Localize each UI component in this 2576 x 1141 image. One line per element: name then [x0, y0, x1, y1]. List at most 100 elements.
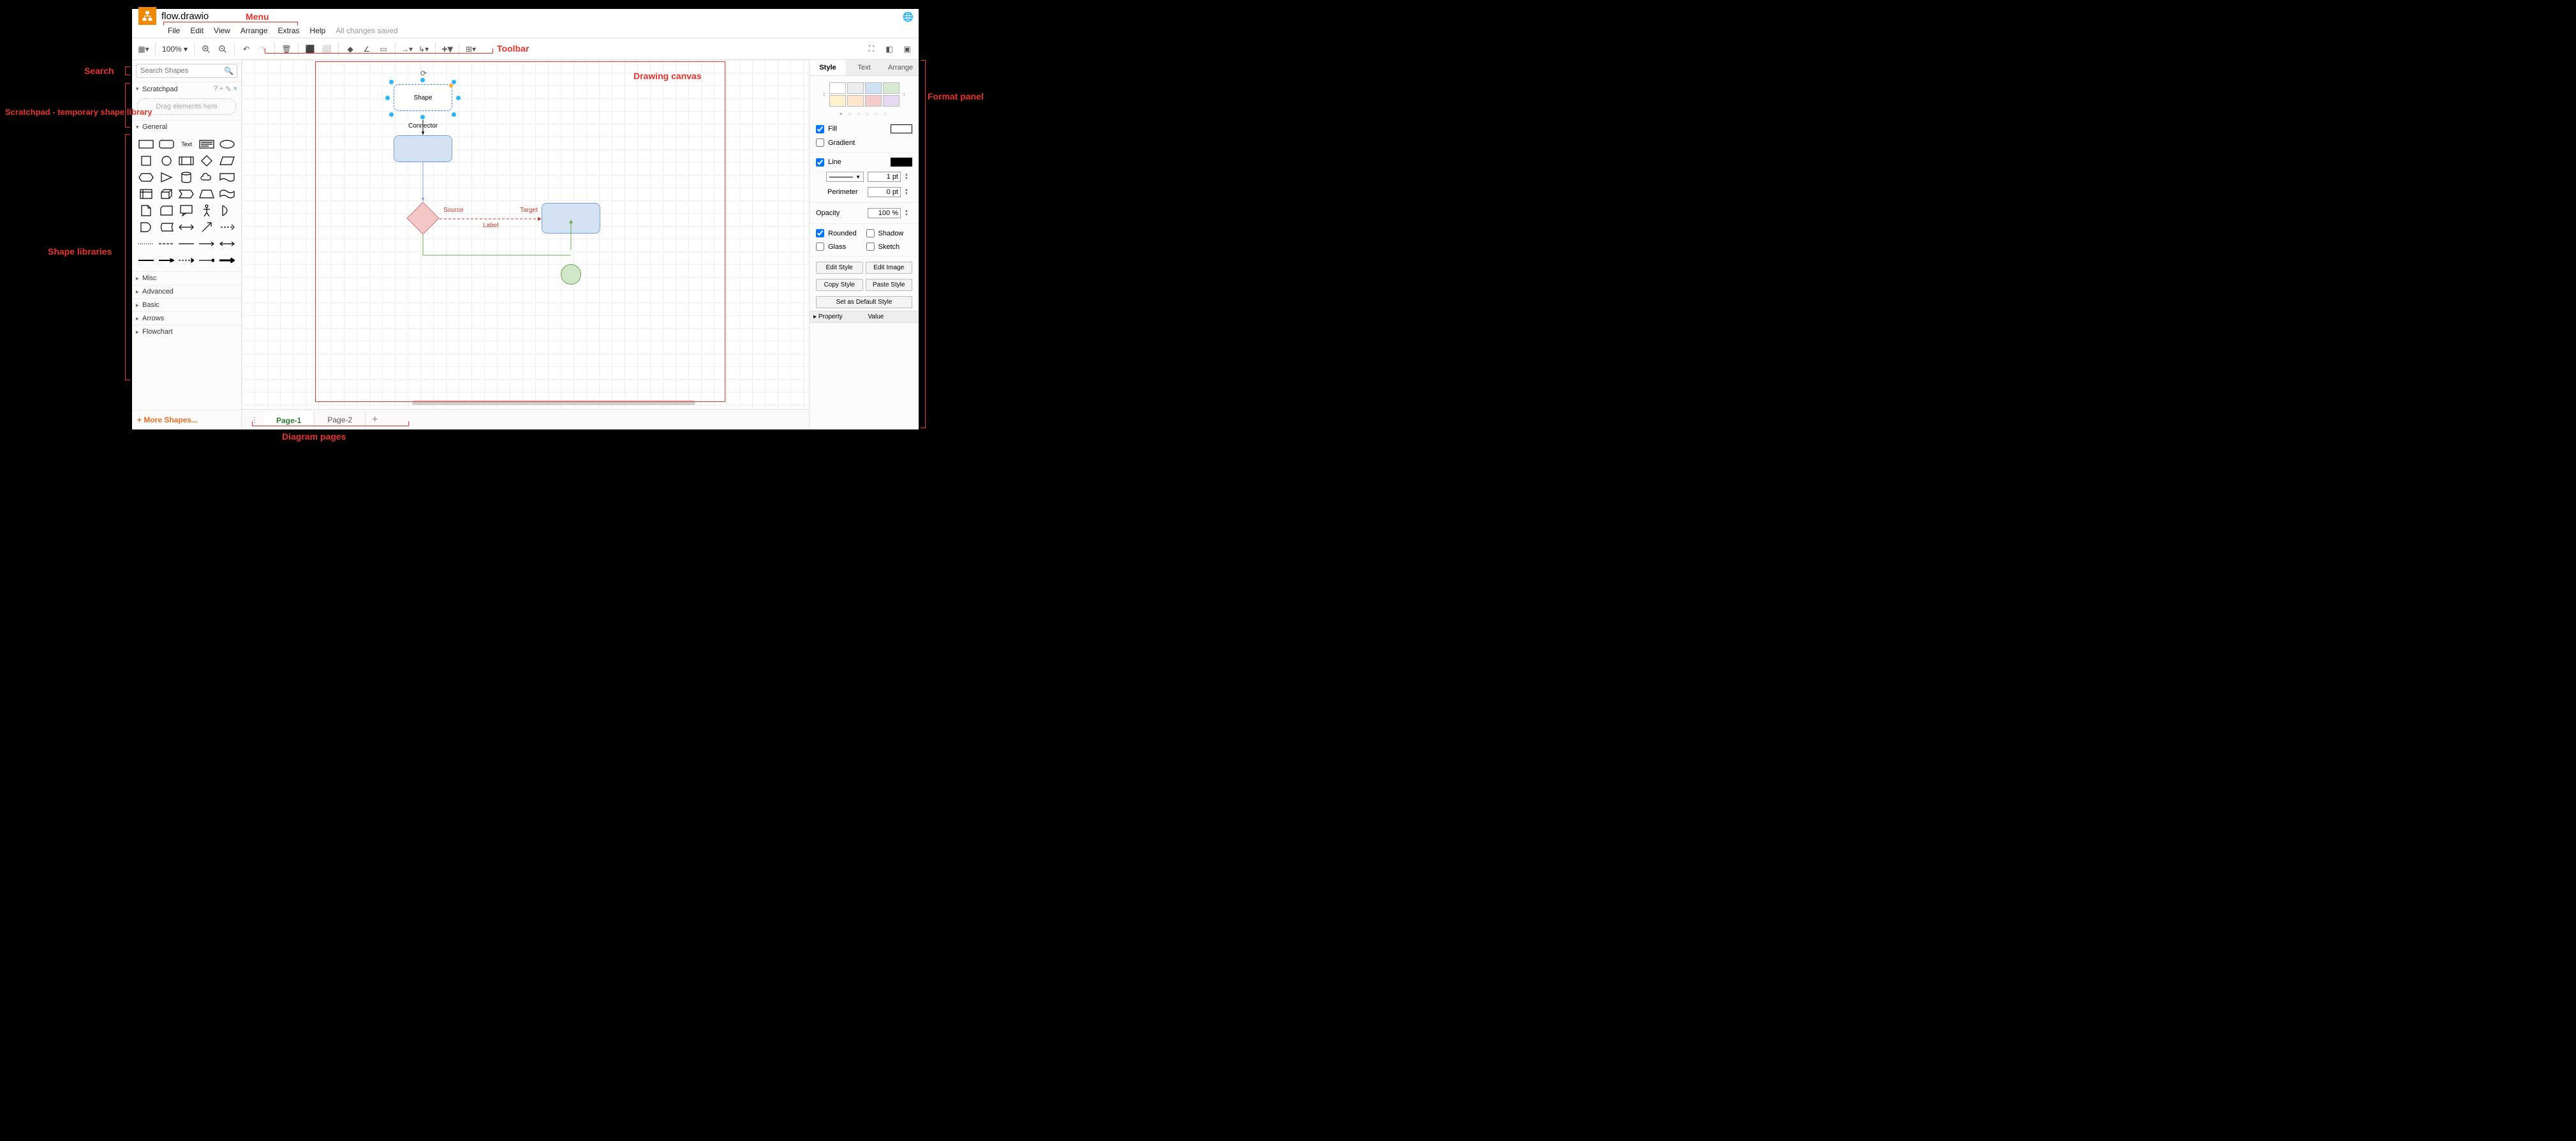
- shape-document[interactable]: [218, 170, 236, 184]
- shape-and[interactable]: [137, 220, 155, 234]
- opacity-input[interactable]: [868, 208, 901, 218]
- outline-toggle-icon[interactable]: ▣: [899, 41, 915, 57]
- shape-note[interactable]: [137, 204, 155, 218]
- swatch-prev-icon[interactable]: ‹: [820, 91, 828, 98]
- shape-triangle[interactable]: [158, 170, 175, 184]
- shape-line-dotted[interactable]: [137, 237, 155, 251]
- edit-image-button[interactable]: Edit Image: [866, 262, 913, 274]
- shape-arrow-line[interactable]: [198, 237, 216, 251]
- shadow-checkbox[interactable]: [866, 229, 875, 237]
- shape-cloud[interactable]: [198, 170, 216, 184]
- menu-edit[interactable]: Edit: [185, 24, 209, 37]
- section-misc[interactable]: ▸Misc: [132, 271, 241, 285]
- swatch-next-icon[interactable]: ›: [901, 91, 908, 98]
- format-tab-style[interactable]: Style: [810, 60, 846, 75]
- shape-line[interactable]: [178, 237, 196, 251]
- shape-cylinder[interactable]: [178, 170, 196, 184]
- shape-diamond[interactable]: [198, 154, 216, 168]
- section-basic[interactable]: ▸Basic: [132, 298, 241, 311]
- shape-process[interactable]: [178, 154, 196, 168]
- color-swatch[interactable]: [829, 95, 846, 107]
- section-flowchart[interactable]: ▸Flowchart: [132, 325, 241, 338]
- menu-view[interactable]: View: [209, 24, 235, 37]
- zoom-out-icon[interactable]: [215, 41, 230, 57]
- search-input[interactable]: [136, 64, 237, 78]
- line-style-select[interactable]: ▼: [826, 172, 864, 182]
- format-toggle-icon[interactable]: ◧: [882, 41, 897, 57]
- shape-link2[interactable]: [158, 253, 175, 267]
- shape-textbox[interactable]: [198, 137, 216, 151]
- shape-trapezoid[interactable]: [198, 187, 216, 201]
- shape-link4[interactable]: [198, 253, 216, 267]
- shape-circle[interactable]: [158, 154, 175, 168]
- shape-square[interactable]: [137, 154, 155, 168]
- shape-step[interactable]: [178, 187, 196, 201]
- menu-file[interactable]: File: [163, 24, 185, 37]
- format-tab-text[interactable]: Text: [846, 60, 882, 75]
- swatch-pagination[interactable]: ● ○ ○ ○ ○ ○: [810, 109, 919, 122]
- shape-arrow-ne[interactable]: [198, 220, 216, 234]
- shape-callout[interactable]: [178, 204, 196, 218]
- line-color-button[interactable]: [891, 158, 912, 167]
- zoom-level[interactable]: 100% ▾: [159, 45, 190, 54]
- shape-arrow-bidir[interactable]: [178, 220, 196, 234]
- scratchpad-edit-icon[interactable]: ✎: [225, 85, 231, 93]
- shape-rect[interactable]: [137, 137, 155, 151]
- filename[interactable]: flow.drawio: [161, 11, 209, 22]
- shape-tape[interactable]: [218, 187, 236, 201]
- scratchpad-dropzone[interactable]: Drag elements here: [137, 98, 236, 115]
- color-swatch[interactable]: [883, 82, 899, 94]
- color-swatch[interactable]: [847, 95, 864, 107]
- section-arrows[interactable]: ▸Arrows: [132, 311, 241, 325]
- rounded-checkbox[interactable]: [816, 229, 824, 237]
- fill-color-button[interactable]: [891, 124, 912, 133]
- sketch-checkbox[interactable]: [866, 242, 875, 251]
- shape-text[interactable]: Text: [178, 137, 196, 151]
- section-advanced[interactable]: ▸Advanced: [132, 285, 241, 298]
- menu-extras[interactable]: Extras: [273, 24, 305, 37]
- glass-checkbox[interactable]: [816, 242, 824, 251]
- view-dropdown[interactable]: ▦▾: [136, 41, 151, 57]
- line-checkbox[interactable]: [816, 158, 824, 167]
- perimeter-input[interactable]: [868, 187, 901, 197]
- set-default-style-button[interactable]: Set as Default Style: [816, 296, 912, 308]
- shape-link3[interactable]: [178, 253, 196, 267]
- menu-help[interactable]: Help: [305, 24, 331, 37]
- scratchpad-help-icon[interactable]: ?: [214, 85, 218, 93]
- shape-ellipse[interactable]: [218, 137, 236, 151]
- shape-card[interactable]: [158, 204, 175, 218]
- shape-actor[interactable]: [198, 204, 216, 218]
- gradient-checkbox[interactable]: [816, 138, 824, 147]
- globe-icon[interactable]: 🌐: [903, 11, 914, 22]
- color-swatch[interactable]: [829, 82, 846, 94]
- scratchpad-close-icon[interactable]: ×: [233, 85, 237, 93]
- shape-parallelogram[interactable]: [218, 154, 236, 168]
- format-tab-arrange[interactable]: Arrange: [882, 60, 919, 75]
- shape-arrow-dashed[interactable]: [218, 220, 236, 234]
- property-table-header[interactable]: ▸ PropertyValue: [810, 311, 919, 323]
- shape-link1[interactable]: [137, 253, 155, 267]
- fill-checkbox[interactable]: [816, 125, 824, 133]
- color-swatch[interactable]: [865, 95, 882, 107]
- color-swatch[interactable]: [883, 95, 899, 107]
- line-width-input[interactable]: [868, 172, 901, 182]
- paste-style-button[interactable]: Paste Style: [866, 279, 913, 291]
- undo-icon[interactable]: ↶: [239, 41, 254, 57]
- zoom-in-icon[interactable]: [198, 41, 214, 57]
- shape-hexagon[interactable]: [137, 170, 155, 184]
- copy-style-button[interactable]: Copy Style: [816, 279, 863, 291]
- section-general[interactable]: ▾General: [132, 120, 241, 133]
- color-swatch[interactable]: [865, 82, 882, 94]
- search-icon[interactable]: 🔍: [224, 66, 233, 75]
- menu-arrange[interactable]: Arrange: [235, 24, 273, 37]
- shape-link5[interactable]: [218, 253, 236, 267]
- shape-line-dashed[interactable]: [158, 237, 175, 251]
- scratchpad-header[interactable]: ▾ Scratchpad ? + ✎ ×: [132, 82, 241, 96]
- shape-rounded-rect[interactable]: [158, 137, 175, 151]
- shape-cube[interactable]: [158, 187, 175, 201]
- shape-internal-storage[interactable]: [137, 187, 155, 201]
- more-shapes-button[interactable]: + More Shapes...: [132, 410, 241, 429]
- shape-or[interactable]: [218, 204, 236, 218]
- scratchpad-add-icon[interactable]: +: [219, 85, 223, 93]
- edit-style-button[interactable]: Edit Style: [816, 262, 863, 274]
